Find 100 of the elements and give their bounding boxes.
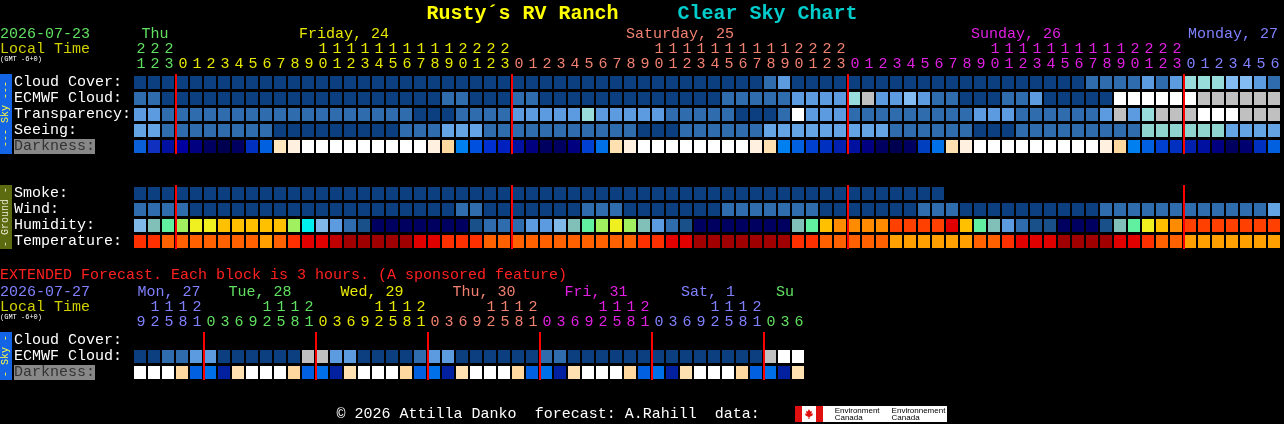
hour-digit: 2 xyxy=(471,42,483,57)
hour-digit: 1 xyxy=(1059,42,1071,57)
hour-digit: 3 xyxy=(1031,57,1043,72)
hour-digit: 0 xyxy=(989,57,1001,72)
hour-digit: 5 xyxy=(611,315,623,330)
time-label: Local Time xyxy=(0,42,90,57)
hour-digit: 9 xyxy=(695,315,707,330)
hour-digit: 2 xyxy=(1017,57,1029,72)
hour-digit: 1 xyxy=(415,315,427,330)
hour-digit: 8 xyxy=(625,315,637,330)
hour-digit: 2 xyxy=(751,300,763,315)
hour-digit: 3 xyxy=(219,57,231,72)
logo-text: Canada xyxy=(891,414,921,421)
hour-digit: 2 xyxy=(135,42,147,57)
hour-digit: 1 xyxy=(191,57,203,72)
hour-digit: 4 xyxy=(569,57,581,72)
hour-digit: 1 xyxy=(527,57,539,72)
hour-digit: 1 xyxy=(275,300,287,315)
hour-digit: 3 xyxy=(779,315,791,330)
hour-digit: 2 xyxy=(1213,57,1225,72)
hour-digit: 0 xyxy=(317,57,329,72)
hour-digit: 1 xyxy=(765,42,777,57)
hour-digit: 8 xyxy=(177,315,189,330)
hour-digit: 5 xyxy=(387,315,399,330)
hour-digit: 3 xyxy=(1227,57,1239,72)
hour-digit: 8 xyxy=(765,57,777,72)
hour-digit: 2 xyxy=(1157,57,1169,72)
hour-digit: 1 xyxy=(737,42,749,57)
hour-digit: 5 xyxy=(723,57,735,72)
hour-digit: 6 xyxy=(681,315,693,330)
hour-digit: 0 xyxy=(793,57,805,72)
extended-notice: EXTENDED Forecast. Each block is 3 hours. (A sponsored feature) xyxy=(0,268,569,284)
hour-digit: 1 xyxy=(415,42,427,57)
hour-digit: 2 xyxy=(1171,42,1183,57)
date-label: 2026-07-23 xyxy=(0,27,90,42)
hour-digit: 3 xyxy=(219,315,231,330)
hour-digit: 5 xyxy=(387,57,399,72)
hour-digit: 1 xyxy=(737,300,749,315)
hour-digit: 2 xyxy=(639,300,651,315)
hour-digit: 3 xyxy=(1171,57,1183,72)
hour-digit: 0 xyxy=(1129,57,1141,72)
hour-digit: 7 xyxy=(611,57,623,72)
hour-digit: 0 xyxy=(653,315,665,330)
hour-digit: 0 xyxy=(653,57,665,72)
hour-digit: 1 xyxy=(597,300,609,315)
hour-digit: 8 xyxy=(737,315,749,330)
hour-digit: 1 xyxy=(373,300,385,315)
day-label: Sat, 1 xyxy=(681,285,735,300)
logo-text: Environnement xyxy=(891,407,946,414)
logo-text: Canada xyxy=(834,414,864,421)
hour-digit: 1 xyxy=(429,42,441,57)
hour-digit: 1 xyxy=(373,42,385,57)
day-label: Friday, 24 xyxy=(299,27,389,42)
hour-digit: 1 xyxy=(345,42,357,57)
hour-digit: 7 xyxy=(947,57,959,72)
hour-digit: 0 xyxy=(513,57,525,72)
row-label: Darkness: xyxy=(14,138,95,154)
day-label: Tue, 28 xyxy=(228,285,292,300)
hour-digit: 0 xyxy=(205,315,217,330)
hour-digit: 1 xyxy=(695,42,707,57)
hour-digit: 1 xyxy=(989,42,1001,57)
hour-digit: 1 xyxy=(1101,42,1113,57)
hour-digit: 9 xyxy=(303,57,315,72)
hour-digit: 9 xyxy=(975,57,987,72)
hour-digit: 5 xyxy=(499,315,511,330)
hour-digit: 2 xyxy=(345,57,357,72)
hour-digit: 1 xyxy=(303,315,315,330)
flag-icon xyxy=(794,406,823,422)
hour-digit: 2 xyxy=(877,57,889,72)
hour-digit: 5 xyxy=(1059,57,1071,72)
hour-digit: 2 xyxy=(149,57,161,72)
hour-digit: 4 xyxy=(1045,57,1057,72)
hour-digit: 0 xyxy=(317,315,329,330)
day-label: Fri, 31 xyxy=(564,285,628,300)
hour-digit: 1 xyxy=(1003,57,1015,72)
hour-digit: 1 xyxy=(1031,42,1043,57)
hour-digit: 1 xyxy=(443,42,455,57)
hour-digit: 1 xyxy=(639,315,651,330)
hour-digit: 2 xyxy=(821,57,833,72)
hour-digit: 4 xyxy=(709,57,721,72)
hour-digit: 2 xyxy=(485,42,497,57)
hour-digit: 9 xyxy=(443,57,455,72)
hour-digit: 5 xyxy=(275,315,287,330)
hour-digit: 2 xyxy=(163,42,175,57)
hour-digit: 8 xyxy=(513,315,525,330)
hour-digit: 6 xyxy=(401,57,413,72)
hour-digit: 9 xyxy=(1115,57,1127,72)
hour-digit: 9 xyxy=(247,315,259,330)
hour-digit: 2 xyxy=(793,42,805,57)
hour-digit: 9 xyxy=(639,57,651,72)
hour-digit: 1 xyxy=(779,42,791,57)
day-label: Su xyxy=(776,285,794,300)
hour-digit: 1 xyxy=(163,300,175,315)
hour-digit: 0 xyxy=(429,315,441,330)
hour-digit: 6 xyxy=(233,315,245,330)
hour-digit: 5 xyxy=(1255,57,1267,72)
hour-digit: 2 xyxy=(485,315,497,330)
hour-digit: 4 xyxy=(373,57,385,72)
hour-digit: 2 xyxy=(1129,42,1141,57)
row-label: ECMWF Cloud: xyxy=(14,90,123,106)
